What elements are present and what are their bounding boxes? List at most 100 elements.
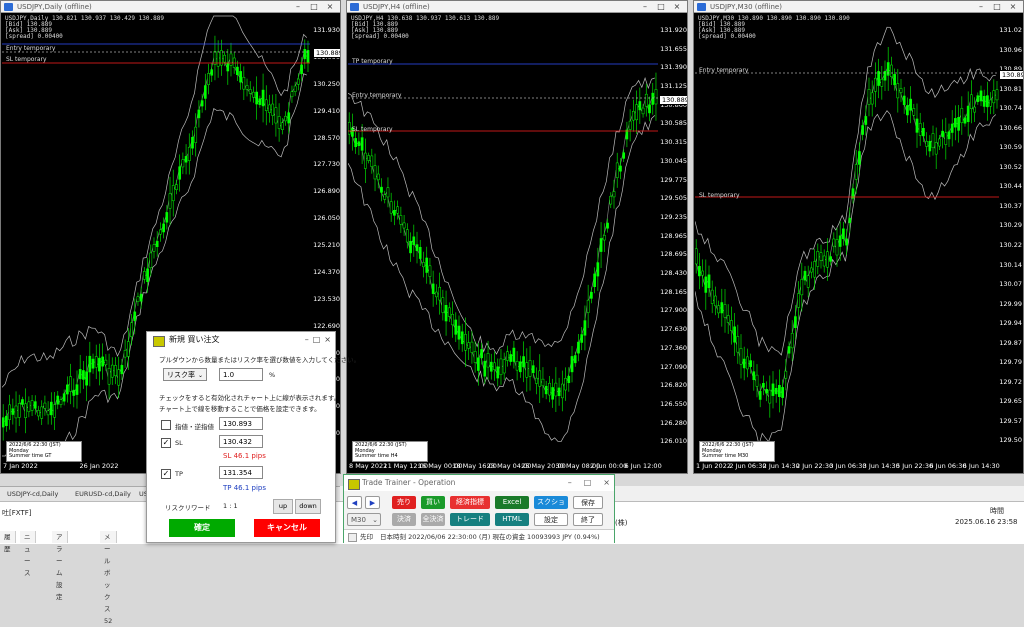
- tp-price-input[interactable]: 131.354: [219, 466, 263, 479]
- close-all-button[interactable]: 全決済: [421, 513, 445, 526]
- maximize-icon[interactable]: □: [313, 332, 321, 348]
- close-position-button[interactable]: 決済: [392, 513, 416, 526]
- minimize-icon[interactable]: –: [638, 1, 652, 13]
- candle-body: [486, 353, 490, 368]
- cancel-button[interactable]: キャンセル: [254, 519, 320, 537]
- chart-title-bar[interactable]: USDJPY,H4 (offline) – □ ×: [347, 1, 687, 13]
- sl-checkbox[interactable]: ✓: [161, 438, 171, 448]
- candle-body: [749, 360, 752, 367]
- candle-body: [290, 91, 294, 98]
- tab-mailbox[interactable]: メールボックス 52: [100, 531, 118, 625]
- candle-body: [300, 64, 303, 75]
- save-button[interactable]: 保存: [573, 496, 603, 509]
- chart-title-bar[interactable]: USDJPY,M30 (offline) – □ ×: [694, 1, 1023, 13]
- candle-body: [499, 358, 503, 376]
- chart-tab[interactable]: USDJPY-cd,Daily: [4, 489, 61, 500]
- screenshot-button[interactable]: スクショ: [534, 496, 568, 509]
- time-tick: 8 May 2022: [349, 462, 388, 470]
- minimize-icon[interactable]: –: [291, 1, 305, 13]
- candle-body: [877, 71, 880, 86]
- minimize-icon[interactable]: –: [568, 475, 572, 491]
- rr-down-button[interactable]: down: [295, 499, 321, 514]
- candle-body: [363, 152, 367, 169]
- candle-body: [229, 53, 233, 66]
- maximize-icon[interactable]: □: [654, 1, 668, 13]
- status-checkbox[interactable]: [348, 533, 357, 542]
- maximize-icon[interactable]: □: [307, 1, 321, 13]
- price-tick: 129.57: [999, 416, 1022, 425]
- candle-body: [268, 104, 271, 113]
- candle-body: [931, 133, 935, 148]
- price-tick: 130.96: [999, 45, 1022, 54]
- price-tick: 129.50: [999, 436, 1022, 445]
- trainer-title-bar[interactable]: Trade Trainer - Operation – □ ×: [344, 475, 614, 491]
- candle-body: [615, 162, 619, 179]
- price-tick: 128.965: [660, 231, 687, 240]
- confirm-button[interactable]: 確定: [169, 519, 235, 537]
- html-button[interactable]: HTML: [495, 513, 529, 526]
- close-icon[interactable]: ×: [1006, 1, 1020, 13]
- candlestick-chart-m30[interactable]: [695, 14, 999, 458]
- close-icon[interactable]: ×: [670, 1, 684, 13]
- candle-body: [509, 354, 513, 362]
- close-icon[interactable]: ×: [324, 332, 331, 348]
- candle-body: [464, 334, 467, 351]
- sl-line-label: SL temporary: [6, 56, 47, 63]
- buy-button[interactable]: 買い: [421, 496, 445, 509]
- dialog-title-bar[interactable]: 新規 買い注文 – □ ×: [147, 332, 335, 348]
- candle-body: [130, 322, 133, 337]
- price-tick: 129.775: [660, 175, 687, 184]
- candle-body: [178, 166, 182, 180]
- candle-body: [989, 99, 992, 107]
- chart-window-h4[interactable]: USDJPY,H4 (offline) – □ × USDJPY,H4 130.63…: [346, 0, 688, 474]
- excel-button[interactable]: Excel: [495, 496, 529, 509]
- chart-window-m30[interactable]: USDJPY,M30 (offline) – □ × USDJPY,M30 130.…: [693, 0, 1024, 474]
- candle-body: [816, 251, 820, 267]
- tp-label: TP: [175, 470, 183, 478]
- limit-checkbox[interactable]: [161, 420, 171, 430]
- time-tick: 2 Jun 00:00: [590, 462, 628, 470]
- maximize-icon[interactable]: □: [990, 1, 1004, 13]
- risk-reward-label: リスクリワード: [165, 504, 211, 512]
- limit-label: 指値・逆指値: [175, 423, 214, 431]
- sl-pips-text: SL 46.1 pips: [223, 452, 266, 460]
- risk-mode-select[interactable]: リスク率 ⌄: [163, 368, 207, 381]
- price-tick: 130.52: [999, 162, 1022, 171]
- chart-tab[interactable]: EURUSD-cd,Daily: [72, 489, 134, 500]
- candle-body: [274, 107, 278, 124]
- candle-body: [880, 79, 884, 87]
- time-box-mode: Summer time GT: [9, 453, 52, 459]
- candle-body: [522, 356, 525, 368]
- rr-up-button[interactable]: up: [273, 499, 293, 514]
- tp-line-label: TP temporary: [352, 58, 393, 65]
- candle-body: [21, 399, 24, 405]
- risk-value-input[interactable]: 1.0: [219, 368, 263, 381]
- exit-button[interactable]: 終了: [573, 513, 603, 526]
- tp-checkbox[interactable]: ✓: [161, 469, 171, 479]
- settings-button[interactable]: 設定: [534, 513, 568, 526]
- step-forward-button[interactable]: ▶: [365, 496, 380, 509]
- tab-news[interactable]: ニュース: [20, 531, 36, 577]
- minimize-icon[interactable]: –: [305, 332, 309, 348]
- broker-label: 吐[FXTF]: [2, 509, 32, 517]
- maximize-icon[interactable]: □: [584, 475, 592, 491]
- limit-price-input[interactable]: 130.893: [219, 417, 263, 430]
- step-back-button[interactable]: ◀: [347, 496, 362, 509]
- economic-indicators-button[interactable]: 経済指標: [450, 496, 490, 509]
- close-icon[interactable]: ×: [323, 1, 337, 13]
- tab-history[interactable]: 履歴: [0, 531, 16, 553]
- sl-price-input[interactable]: 130.432: [219, 435, 263, 448]
- price-tick: 130.045: [660, 156, 687, 165]
- candlestick-chart-h4[interactable]: [348, 14, 658, 458]
- chart-title-bar[interactable]: USDJPY,Daily (offline) – □ ×: [1, 1, 340, 13]
- timeframe-select[interactable]: M30 ⌄: [347, 513, 381, 526]
- close-icon[interactable]: ×: [603, 475, 610, 491]
- minimize-icon[interactable]: –: [974, 1, 988, 13]
- sell-button[interactable]: 売り: [392, 496, 416, 509]
- candle-body: [155, 240, 159, 247]
- candle-body: [822, 255, 826, 267]
- trade-button[interactable]: トレード: [450, 513, 490, 526]
- chart-info-h4: USDJPY,H4 130.638 130.937 130.613 130.88…: [351, 16, 499, 40]
- candle-body: [245, 85, 249, 90]
- tab-alerts[interactable]: アラーム設定: [52, 531, 68, 601]
